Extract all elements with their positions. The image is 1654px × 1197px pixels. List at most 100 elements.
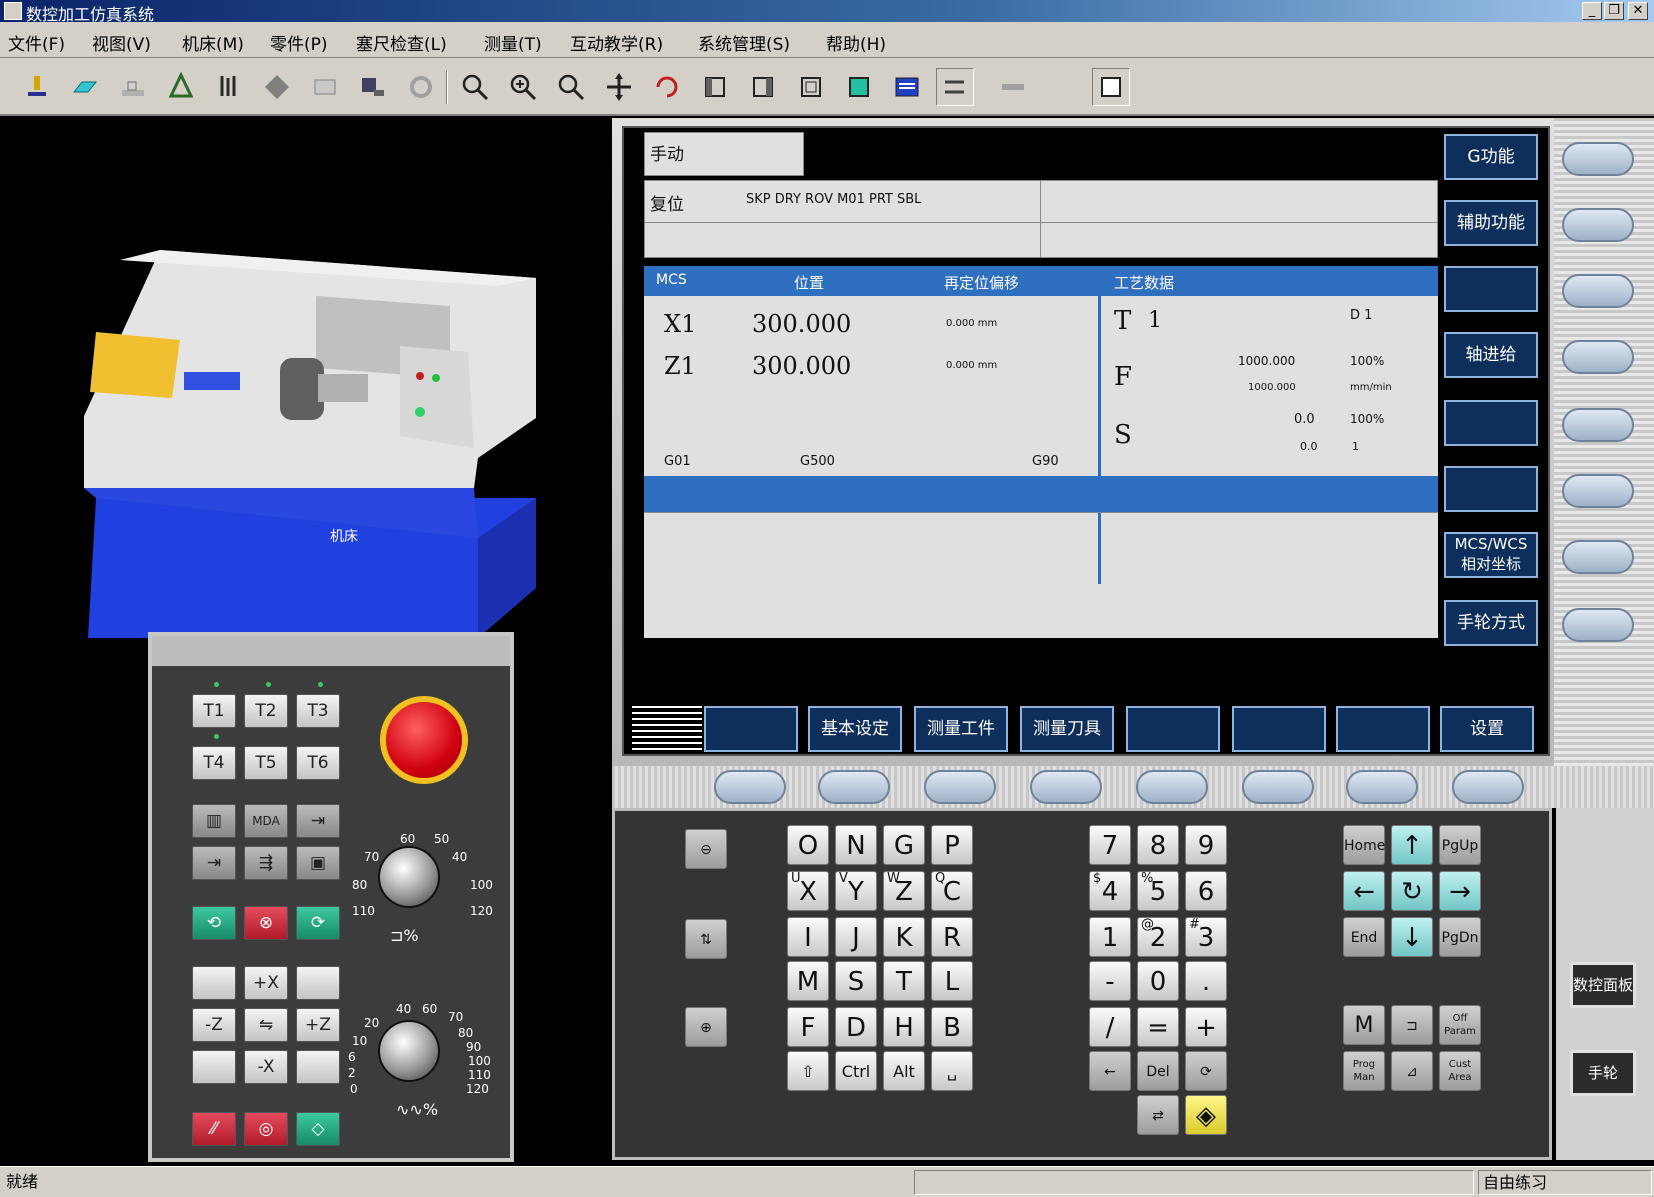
vertical-pill-4[interactable] <box>1562 340 1634 374</box>
softkey-v7[interactable]: MCS/WCS 相对坐标 <box>1444 532 1538 578</box>
measure-icon[interactable] <box>354 68 392 106</box>
settings-icon[interactable] <box>402 68 440 106</box>
key-G[interactable]: G <box>883 825 925 865</box>
key-custom-area[interactable]: Cust Area <box>1439 1051 1481 1091</box>
zoom-plus-icon[interactable] <box>504 68 542 106</box>
softkey-v5[interactable] <box>1444 400 1538 446</box>
key-F[interactable]: F <box>787 1007 829 1047</box>
softkey-h3[interactable]: 测量工件 <box>914 706 1008 752</box>
softkey-h7[interactable] <box>1336 706 1430 752</box>
key-input-icon[interactable]: ◈ <box>1185 1095 1227 1135</box>
vertical-pill-8[interactable] <box>1562 608 1634 642</box>
machine-area-icon[interactable]: ⊖ <box>685 829 727 869</box>
key-1[interactable]: 1 <box>1089 917 1131 957</box>
horizontal-pill-8[interactable] <box>1452 770 1524 804</box>
key-down[interactable]: ↓ <box>1391 917 1433 957</box>
jog-blank-1[interactable] <box>192 966 236 1000</box>
key-X[interactable]: UX <box>787 871 829 911</box>
key-offset-param[interactable]: Off Param <box>1439 1005 1481 1045</box>
horizontal-pill-6[interactable] <box>1242 770 1314 804</box>
key-Z[interactable]: WZ <box>883 871 925 911</box>
key-left[interactable]: ← <box>1343 871 1385 911</box>
key-I[interactable]: I <box>787 917 829 957</box>
spindle-right-button[interactable]: ⟳ <box>296 906 340 940</box>
key-alt[interactable]: Alt <box>883 1051 925 1091</box>
alarm-icon[interactable]: ⊕ <box>685 1007 727 1047</box>
tool-key-t4[interactable]: T4 <box>192 746 236 780</box>
mode-ref-icon[interactable]: ⇥ <box>192 846 236 880</box>
minimize-button[interactable]: _ <box>1582 2 1602 20</box>
softkey-v2[interactable]: 辅助功能 <box>1444 200 1538 246</box>
mode-repos-icon[interactable]: ⇶ <box>244 846 288 880</box>
top-view-icon[interactable] <box>840 68 878 106</box>
vertical-pill-1[interactable] <box>1562 142 1634 176</box>
machine-select-icon[interactable] <box>18 68 56 106</box>
close-button[interactable]: ✕ <box>1628 2 1648 20</box>
right-view-icon[interactable] <box>744 68 782 106</box>
key-space[interactable]: ␣ <box>931 1051 973 1091</box>
key-home[interactable]: Home <box>1343 825 1385 865</box>
jog-blank-2[interactable] <box>296 966 340 1000</box>
key-program[interactable]: ⊐ <box>1391 1005 1433 1045</box>
mode-jog-icon[interactable]: ▥ <box>192 804 236 838</box>
jog-blank-3[interactable] <box>192 1050 236 1084</box>
feed-override-dial[interactable] <box>378 1020 440 1082</box>
vertical-pill-7[interactable] <box>1562 540 1634 574</box>
softkey-v1[interactable]: G功能 <box>1444 134 1538 180</box>
jog-plus-z-button[interactable]: +Z <box>296 1008 340 1042</box>
move-icon[interactable] <box>258 68 296 106</box>
menu-help[interactable]: 帮助(H) <box>826 30 886 55</box>
maximize-button[interactable]: ❐ <box>1604 2 1624 20</box>
key-6[interactable]: 6 <box>1185 871 1227 911</box>
reset-key[interactable]: ⁄⁄ <box>192 1112 236 1146</box>
cycle-stop-button[interactable]: ◎ <box>244 1112 288 1146</box>
handwheel-button[interactable]: 手轮 <box>1570 1050 1636 1096</box>
menu-measure[interactable]: 测量(T) <box>484 30 542 55</box>
menu-part[interactable]: 零件(P) <box>270 30 328 55</box>
jog-minus-x-button[interactable]: -X <box>244 1050 288 1084</box>
key-dot[interactable]: . <box>1185 961 1227 1001</box>
key-2[interactable]: @2 <box>1137 917 1179 957</box>
key-8[interactable]: 8 <box>1137 825 1179 865</box>
vertical-pill-2[interactable] <box>1562 208 1634 242</box>
key-3[interactable]: #3 <box>1185 917 1227 957</box>
softkey-v4[interactable]: 轴进给 <box>1444 332 1538 378</box>
key-M[interactable]: M <box>787 961 829 1001</box>
softkey-h8[interactable]: 设置 <box>1440 706 1534 752</box>
coordinate-icon[interactable] <box>210 68 248 106</box>
key-S[interactable]: S <box>835 961 877 1001</box>
jog-minus-z-button[interactable]: -Z <box>192 1008 236 1042</box>
horizontal-pill-1[interactable] <box>714 770 786 804</box>
mode-teach-icon[interactable]: ▣ <box>296 846 340 880</box>
key-plus[interactable]: + <box>1185 1007 1227 1047</box>
key-center[interactable]: ↻ <box>1391 871 1433 911</box>
menu-teaching[interactable]: 互动教学(R) <box>570 30 663 55</box>
key-equals[interactable]: = <box>1137 1007 1179 1047</box>
key-J[interactable]: J <box>835 917 877 957</box>
horizontal-pill-3[interactable] <box>924 770 996 804</box>
key-right[interactable]: → <box>1439 871 1481 911</box>
key-up[interactable]: ↑ <box>1391 825 1433 865</box>
key-ctrl[interactable]: Ctrl <box>835 1051 877 1091</box>
tool-key-t1[interactable]: T1 <box>192 694 236 728</box>
key-K[interactable]: K <box>883 917 925 957</box>
jog-plus-x-button[interactable]: +X <box>244 966 288 1000</box>
menu-view[interactable]: 视图(V) <box>92 30 151 55</box>
key-O[interactable]: O <box>787 825 829 865</box>
key-backspace[interactable]: ← <box>1089 1051 1131 1091</box>
horizontal-pill-4[interactable] <box>1030 770 1102 804</box>
key-minus[interactable]: - <box>1089 961 1131 1001</box>
horizontal-pill-5[interactable] <box>1136 770 1208 804</box>
tool-key-t6[interactable]: T6 <box>296 746 340 780</box>
program-area-icon[interactable]: ⇅ <box>685 919 727 959</box>
mode-mda-icon[interactable]: MDA <box>244 804 288 838</box>
vertical-pill-6[interactable] <box>1562 474 1634 508</box>
key-pgdn[interactable]: PgDn <box>1439 917 1481 957</box>
jog-rapid-button[interactable]: ⇋ <box>244 1008 288 1042</box>
softkey-v8[interactable]: 手轮方式 <box>1444 600 1538 646</box>
blank-define-icon[interactable] <box>66 68 104 106</box>
key-R[interactable]: R <box>931 917 973 957</box>
vertical-pill-5[interactable] <box>1562 408 1634 442</box>
softkey-v3[interactable] <box>1444 266 1538 312</box>
key-9[interactable]: 9 <box>1185 825 1227 865</box>
